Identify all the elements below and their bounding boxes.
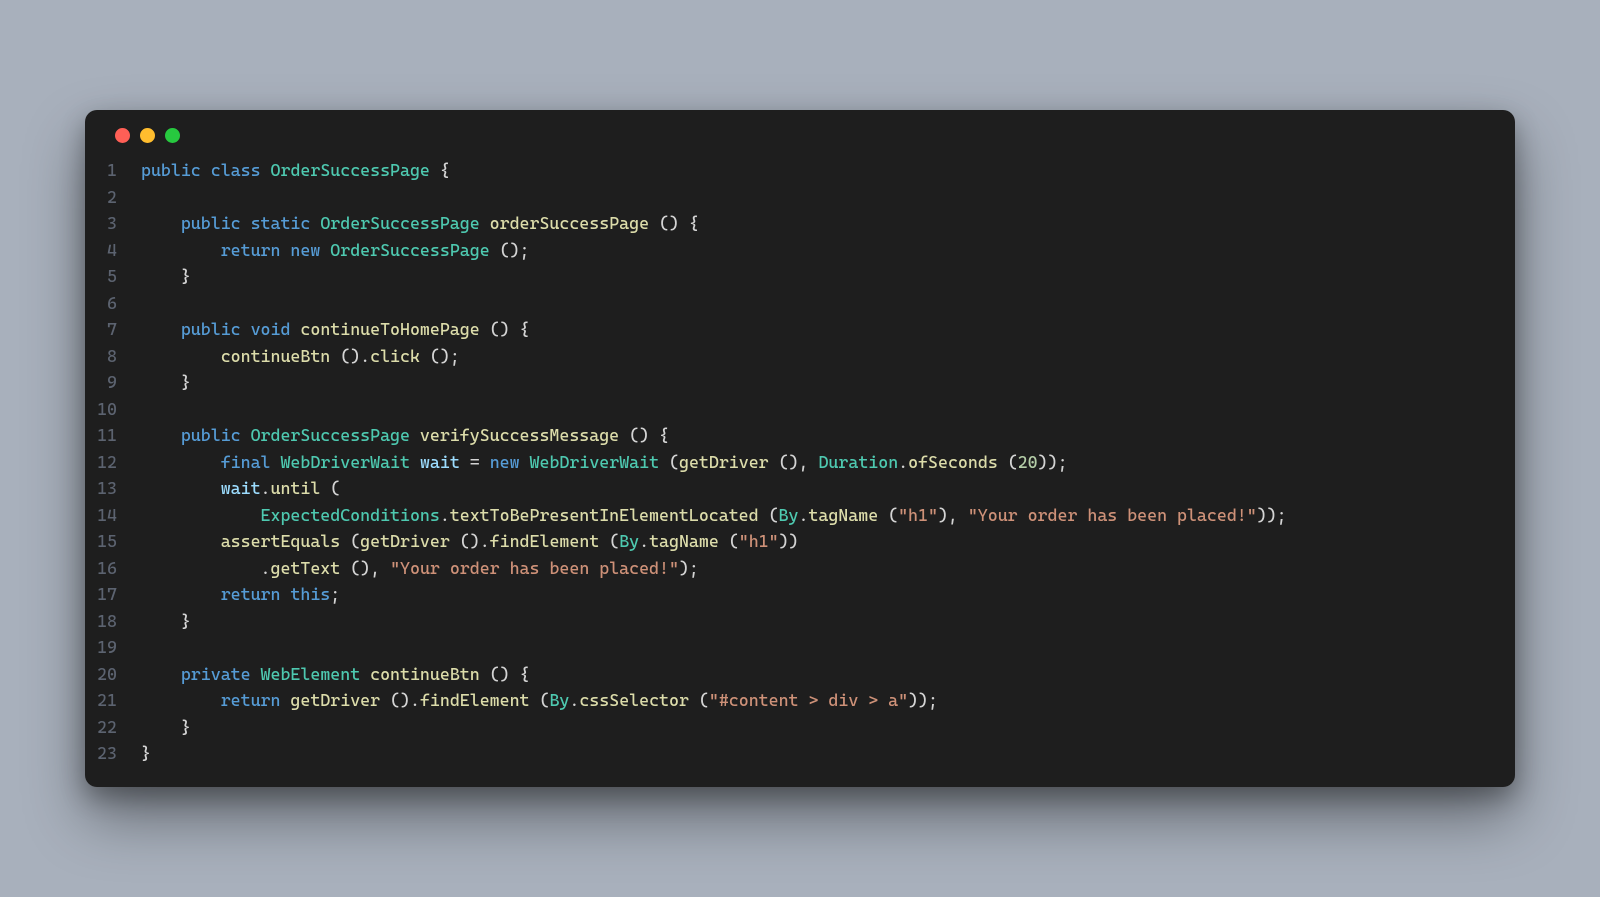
code-line[interactable]: 3 public static OrderSuccessPage orderSu… (85, 210, 1515, 237)
code-line[interactable]: 6 (85, 290, 1515, 317)
code-content[interactable] (141, 396, 1515, 423)
code-line[interactable]: 22 } (85, 714, 1515, 741)
code-line[interactable]: 10 (85, 396, 1515, 423)
code-line[interactable]: 8 continueBtn ().click (); (85, 343, 1515, 370)
code-content[interactable]: } (141, 369, 1515, 396)
code-content[interactable]: } (141, 263, 1515, 290)
code-content[interactable] (141, 290, 1515, 317)
code-line[interactable]: 2 (85, 184, 1515, 211)
code-content[interactable]: private WebElement continueBtn () { (141, 661, 1515, 688)
line-number: 6 (85, 290, 141, 317)
line-number: 23 (85, 740, 141, 767)
code-line[interactable]: 19 (85, 634, 1515, 661)
line-number: 13 (85, 475, 141, 502)
line-number: 14 (85, 502, 141, 529)
code-editor[interactable]: 1public class OrderSuccessPage {23 publi… (85, 153, 1515, 767)
line-number: 11 (85, 422, 141, 449)
code-window: 1public class OrderSuccessPage {23 publi… (85, 110, 1515, 787)
line-number: 4 (85, 237, 141, 264)
line-number: 1 (85, 157, 141, 184)
line-number: 7 (85, 316, 141, 343)
titlebar (85, 110, 1515, 153)
line-number: 3 (85, 210, 141, 237)
line-number: 17 (85, 581, 141, 608)
code-line[interactable]: 20 private WebElement continueBtn () { (85, 661, 1515, 688)
code-content[interactable]: } (141, 714, 1515, 741)
code-line[interactable]: 11 public OrderSuccessPage verifySuccess… (85, 422, 1515, 449)
code-content[interactable] (141, 184, 1515, 211)
line-number: 5 (85, 263, 141, 290)
code-content[interactable]: .getText (), "Your order has been placed… (141, 555, 1515, 582)
code-line[interactable]: 15 assertEquals (getDriver ().findElemen… (85, 528, 1515, 555)
code-line[interactable]: 12 final WebDriverWait wait = new WebDri… (85, 449, 1515, 476)
code-content[interactable]: wait.until ( (141, 475, 1515, 502)
code-content[interactable]: return getDriver ().findElement (By.cssS… (141, 687, 1515, 714)
code-content[interactable]: } (141, 740, 1515, 767)
code-line[interactable]: 14 ExpectedConditions.textToBePresentInE… (85, 502, 1515, 529)
line-number: 18 (85, 608, 141, 635)
code-content[interactable]: return this; (141, 581, 1515, 608)
code-line[interactable]: 1public class OrderSuccessPage { (85, 157, 1515, 184)
line-number: 10 (85, 396, 141, 423)
code-line[interactable]: 17 return this; (85, 581, 1515, 608)
code-content[interactable]: public OrderSuccessPage verifySuccessMes… (141, 422, 1515, 449)
code-content[interactable]: public static OrderSuccessPage orderSucc… (141, 210, 1515, 237)
code-content[interactable] (141, 634, 1515, 661)
code-content[interactable]: public class OrderSuccessPage { (141, 157, 1515, 184)
line-number: 20 (85, 661, 141, 688)
minimize-icon[interactable] (140, 128, 155, 143)
code-line[interactable]: 18 } (85, 608, 1515, 635)
line-number: 9 (85, 369, 141, 396)
code-content[interactable]: continueBtn ().click (); (141, 343, 1515, 370)
code-line[interactable]: 21 return getDriver ().findElement (By.c… (85, 687, 1515, 714)
close-icon[interactable] (115, 128, 130, 143)
line-number: 2 (85, 184, 141, 211)
line-number: 15 (85, 528, 141, 555)
code-content[interactable]: } (141, 608, 1515, 635)
code-line[interactable]: 7 public void continueToHomePage () { (85, 316, 1515, 343)
line-number: 21 (85, 687, 141, 714)
line-number: 8 (85, 343, 141, 370)
code-content[interactable]: public void continueToHomePage () { (141, 316, 1515, 343)
code-line[interactable]: 23} (85, 740, 1515, 767)
code-line[interactable]: 5 } (85, 263, 1515, 290)
line-number: 16 (85, 555, 141, 582)
code-content[interactable]: ExpectedConditions.textToBePresentInElem… (141, 502, 1515, 529)
code-content[interactable]: return new OrderSuccessPage (); (141, 237, 1515, 264)
code-line[interactable]: 16 .getText (), "Your order has been pla… (85, 555, 1515, 582)
code-content[interactable]: final WebDriverWait wait = new WebDriver… (141, 449, 1515, 476)
line-number: 12 (85, 449, 141, 476)
code-line[interactable]: 13 wait.until ( (85, 475, 1515, 502)
line-number: 19 (85, 634, 141, 661)
line-number: 22 (85, 714, 141, 741)
code-line[interactable]: 9 } (85, 369, 1515, 396)
maximize-icon[interactable] (165, 128, 180, 143)
code-content[interactable]: assertEquals (getDriver ().findElement (… (141, 528, 1515, 555)
code-line[interactable]: 4 return new OrderSuccessPage (); (85, 237, 1515, 264)
